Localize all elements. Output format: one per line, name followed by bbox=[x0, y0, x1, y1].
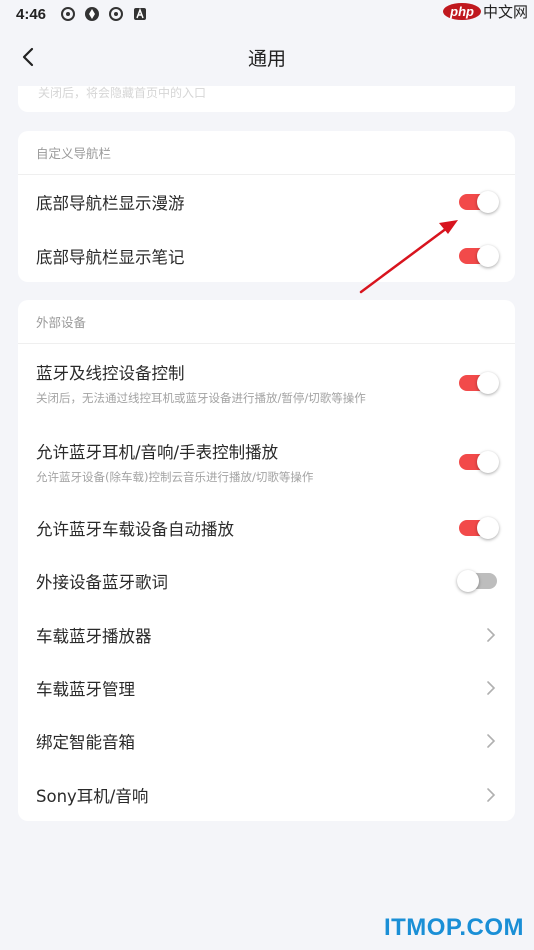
setting-row-sony[interactable]: Sony耳机/音响 bbox=[18, 768, 515, 821]
row-title: 绑定智能音箱 bbox=[36, 733, 135, 752]
font-app-icon bbox=[132, 6, 148, 22]
toggle-switch[interactable] bbox=[459, 244, 499, 267]
row-title: 车载蓝牙管理 bbox=[36, 679, 135, 699]
row-subtitle: 允许蓝牙设备(除车载)控制云音乐进行播放/切歌等操作 bbox=[36, 470, 314, 484]
row-title: 车载蓝牙播放器 bbox=[36, 626, 152, 646]
setting-row-smart-speaker[interactable]: 绑定智能音箱 bbox=[18, 714, 515, 768]
chevron-right-icon bbox=[485, 680, 497, 696]
row-title: 允许蓝牙车载设备自动播放 bbox=[36, 520, 234, 539]
row-title: 底部导航栏显示漫游 bbox=[36, 194, 185, 213]
row-title: 底部导航栏显示笔记 bbox=[36, 247, 185, 267]
page-title: 通用 bbox=[247, 47, 286, 70]
chevron-left-icon bbox=[22, 47, 34, 67]
row-title: 允许蓝牙耳机/音响/手表控制播放 bbox=[36, 443, 279, 462]
watermark-php-text: 中文网 bbox=[482, 3, 528, 21]
section-header-devices: 外部设备 bbox=[18, 300, 515, 344]
setting-row-show-roam[interactable]: 底部导航栏显示漫游 bbox=[18, 175, 515, 229]
netease-music-icon bbox=[108, 6, 124, 22]
watermark-php-badge: php bbox=[443, 2, 481, 20]
setting-row-car-player[interactable]: 车载蓝牙播放器 bbox=[18, 608, 515, 661]
device-section-card: 外部设备 蓝牙及线控设备控制 关闭后，无法通过线控耳机或蓝牙设备进行播放/暂停/… bbox=[18, 300, 515, 821]
chevron-right-icon bbox=[485, 787, 497, 803]
watermark-php: php 中文网 bbox=[443, 0, 528, 22]
row-title: 蓝牙及线控设备控制 bbox=[36, 364, 185, 383]
app-notification-icon bbox=[84, 6, 100, 22]
chevron-right-icon bbox=[485, 733, 497, 749]
previous-card: 关闭后，将会隐藏首页中的入口 bbox=[18, 86, 515, 112]
toggle-switch[interactable] bbox=[459, 451, 499, 473]
toggle-switch[interactable] bbox=[459, 372, 499, 394]
status-icons bbox=[60, 6, 148, 22]
setting-row-show-notes[interactable]: 底部导航栏显示笔记 bbox=[18, 229, 515, 282]
back-button[interactable] bbox=[12, 40, 44, 74]
toggle-switch[interactable] bbox=[459, 191, 499, 213]
row-title: 外接设备蓝牙歌词 bbox=[36, 573, 168, 592]
setting-row-bluetooth-headset[interactable]: 允许蓝牙耳机/音响/手表控制播放 允许蓝牙设备(除车载)控制云音乐进行播放/切歌… bbox=[18, 422, 515, 502]
setting-row-car-bluetooth-manage[interactable]: 车载蓝牙管理 bbox=[18, 661, 515, 714]
faded-previous-text: 关闭后，将会隐藏首页中的入口 bbox=[38, 86, 207, 100]
toggle-switch[interactable] bbox=[457, 570, 497, 592]
chevron-right-icon bbox=[485, 627, 497, 643]
setting-row-bluetooth-control[interactable]: 蓝牙及线控设备控制 关闭后，无法通过线控耳机或蓝牙设备进行播放/暂停/切歌等操作 bbox=[18, 344, 515, 422]
nav-section-card: 自定义导航栏 底部导航栏显示漫游 底部导航栏显示笔记 bbox=[18, 131, 515, 282]
page-header: 通用 bbox=[0, 30, 534, 84]
section-header-nav: 自定义导航栏 bbox=[18, 131, 515, 175]
status-time: 4:46 bbox=[16, 5, 47, 23]
toggle-switch[interactable] bbox=[459, 517, 499, 539]
row-title: Sony耳机/音响 bbox=[36, 786, 149, 806]
setting-row-car-autoplay[interactable]: 允许蓝牙车载设备自动播放 bbox=[18, 502, 515, 554]
netease-music-icon bbox=[60, 6, 76, 22]
row-subtitle: 关闭后，无法通过线控耳机或蓝牙设备进行播放/暂停/切歌等操作 bbox=[36, 391, 366, 405]
setting-row-bluetooth-lyrics[interactable]: 外接设备蓝牙歌词 bbox=[18, 554, 515, 608]
watermark-itmop: ITMOP.COM bbox=[383, 914, 524, 941]
